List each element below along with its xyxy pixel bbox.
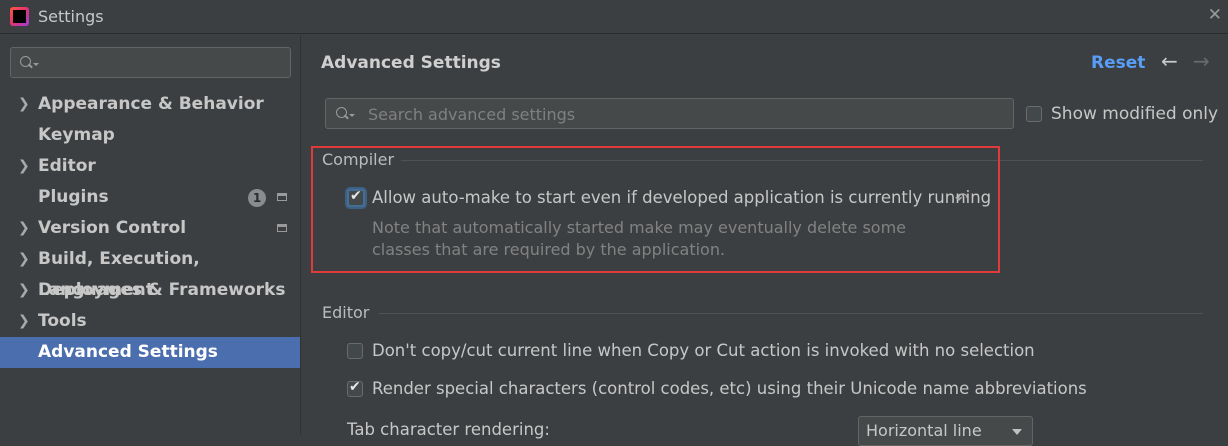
group-separator <box>379 313 1203 314</box>
chevron-right-icon[interactable]: ❯ <box>18 306 30 337</box>
check-icon: ✔ <box>349 379 361 395</box>
advanced-settings-search[interactable] <box>325 98 1014 130</box>
sidebar-search-input[interactable] <box>10 47 291 78</box>
sidebar-item-advanced-settings[interactable]: Advanced Settings <box>0 337 300 368</box>
forward-arrow-icon[interactable]: → <box>1193 49 1210 73</box>
sidebar-item-version-control[interactable]: ❯ Version Control <box>0 213 300 244</box>
dont-copy-cut-line-label[interactable]: Don't copy/cut current line when Copy or… <box>372 341 1035 360</box>
group-title-editor: Editor <box>322 303 370 322</box>
updates-badge: 1 <box>248 189 266 207</box>
tab-character-rendering-label: Tab character rendering: <box>347 420 550 439</box>
back-arrow-icon[interactable]: ← <box>1161 49 1178 73</box>
allow-auto-make-note: Note that automatically started make may… <box>372 218 907 259</box>
allow-auto-make-checkbox[interactable]: ✔ <box>347 188 365 207</box>
title-bar: Settings ✕ <box>0 0 1228 34</box>
sidebar-item-appearance-behavior[interactable]: ❯ Appearance & Behavior <box>0 89 300 120</box>
chevron-right-icon[interactable]: ❯ <box>18 213 30 244</box>
close-icon[interactable]: ✕ <box>1208 5 1222 25</box>
search-icon <box>19 55 39 71</box>
intellij-logo-icon <box>10 7 29 26</box>
chevron-right-icon[interactable]: ❯ <box>18 151 30 182</box>
dont-copy-cut-line-checkbox[interactable] <box>347 343 363 359</box>
project-level-icon <box>277 193 287 201</box>
render-special-characters-label[interactable]: Render special characters (control codes… <box>372 379 1087 398</box>
group-separator <box>401 160 1203 161</box>
search-input[interactable] <box>366 99 1010 130</box>
sidebar-item-plugins[interactable]: Plugins 1 <box>0 182 300 213</box>
sidebar-item-build-execution-deployment[interactable]: ❯ Build, Execution, Deployment <box>0 244 300 300</box>
settings-sidebar: ❯ Appearance & Behavior Keymap ❯ Editor … <box>0 35 301 435</box>
check-icon: ✔ <box>350 188 362 204</box>
search-icon <box>335 106 355 122</box>
advanced-settings-panel: Advanced Settings Reset ← → Show modifie… <box>301 35 1228 446</box>
sidebar-item-editor[interactable]: ❯ Editor <box>0 151 300 182</box>
chevron-right-icon[interactable]: ❯ <box>18 244 30 275</box>
undo-icon[interactable]: ↶ <box>955 189 968 208</box>
sidebar-item-keymap[interactable]: Keymap <box>0 120 300 151</box>
sidebar-item-tools[interactable]: ❯ Tools <box>0 306 300 337</box>
project-level-icon <box>277 224 287 232</box>
allow-auto-make-label[interactable]: Allow auto-make to start even if develop… <box>372 188 991 207</box>
show-modified-only-checkbox[interactable] <box>1026 106 1042 122</box>
tab-character-rendering-dropdown[interactable]: Horizontal line <box>858 416 1033 446</box>
dropdown-value: Horizontal line <box>866 421 982 440</box>
show-modified-only-label[interactable]: Show modified only <box>1051 104 1218 124</box>
group-title-compiler: Compiler <box>322 150 395 169</box>
render-special-characters-checkbox[interactable]: ✔ <box>347 379 363 397</box>
chevron-down-icon <box>1012 429 1022 435</box>
chevron-right-icon[interactable]: ❯ <box>18 89 30 120</box>
chevron-right-icon[interactable]: ❯ <box>18 275 30 306</box>
page-title: Advanced Settings <box>321 53 501 73</box>
window-title: Settings <box>38 7 104 26</box>
sidebar-item-languages-frameworks[interactable]: ❯ Languages & Frameworks <box>0 275 300 306</box>
reset-button[interactable]: Reset <box>1091 53 1145 73</box>
